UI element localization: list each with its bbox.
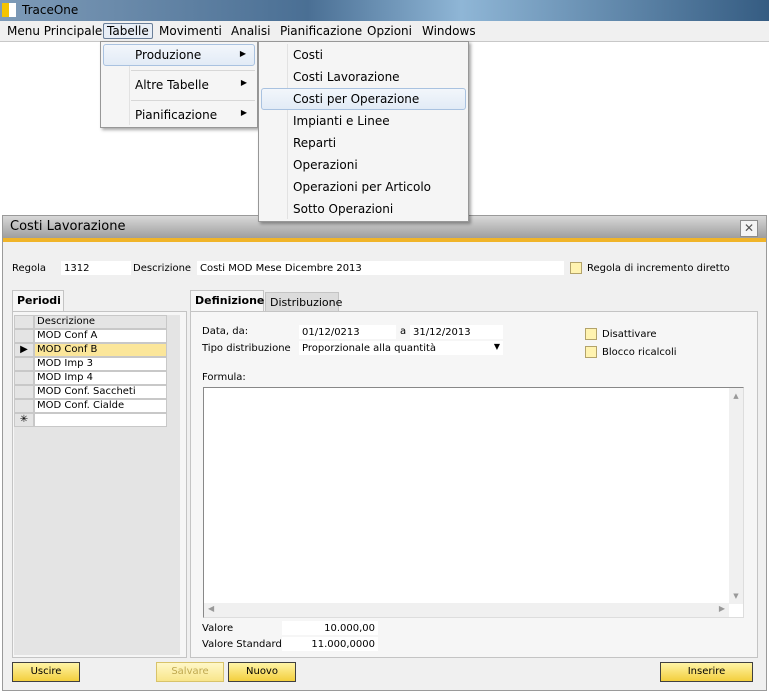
- costi-lavorazione-dialog: Costi Lavorazione ✕ Regola 1312 Descrizi…: [2, 215, 767, 691]
- descrizione-label: Descrizione: [133, 263, 192, 274]
- blocco-ricalcoli-checkbox[interactable]: [585, 346, 597, 358]
- periodi-panel: Descrizione MOD Conf A ▶ MOD Conf B MOD I…: [12, 311, 187, 658]
- formula-textarea[interactable]: ▲ ▼ ◀ ▶: [203, 387, 744, 618]
- menu-item-sotto-operazioni[interactable]: Sotto Operazioni: [261, 198, 466, 220]
- nuovo-button[interactable]: Nuovo: [228, 662, 296, 682]
- disattivare-checkbox[interactable]: [585, 328, 597, 340]
- menu-menu-principale[interactable]: Menu Principale: [7, 24, 102, 38]
- grid-header-descrizione[interactable]: Descrizione: [34, 315, 167, 329]
- regola-label: Regola: [12, 263, 47, 274]
- app-title: TraceOne: [22, 3, 79, 17]
- menu-windows[interactable]: Windows: [422, 24, 476, 38]
- new-row[interactable]: ✳: [14, 413, 167, 427]
- grid-cell[interactable]: MOD Conf. Saccheti: [34, 385, 167, 399]
- table-row[interactable]: ▶ MOD Conf B: [14, 343, 167, 357]
- menu-pianificazione[interactable]: Pianificazione: [280, 24, 362, 38]
- row-pointer-icon: ▶: [14, 343, 34, 357]
- close-icon[interactable]: ✕: [740, 220, 758, 237]
- regola-field[interactable]: 1312: [61, 261, 131, 275]
- table-row[interactable]: MOD Conf. Cialde: [14, 399, 167, 413]
- data-label: Data, da:: [202, 326, 249, 337]
- inserire-button[interactable]: Inserire: [660, 662, 753, 682]
- table-row[interactable]: MOD Conf. Saccheti: [14, 385, 167, 399]
- tab-distribuzione[interactable]: Distribuzione: [265, 292, 342, 311]
- incremento-checkbox[interactable]: [570, 262, 582, 274]
- menu-item-altre-tabelle[interactable]: Altre Tabelle ▶: [103, 74, 255, 96]
- asterisk-icon: ✳: [14, 413, 34, 427]
- menu-movimenti[interactable]: Movimenti: [159, 24, 222, 38]
- valore-label: Valore: [202, 623, 234, 634]
- dropdown-arrow-icon: ▼: [493, 342, 500, 351]
- menu-item-costi-per-operazione[interactable]: Costi per Operazione: [261, 88, 466, 110]
- horizontal-scrollbar[interactable]: ◀ ▶: [204, 603, 729, 617]
- menu-bar: Menu Principale Tabelle Movimenti Analis…: [0, 21, 769, 42]
- grid-cell[interactable]: MOD Imp 4: [34, 371, 167, 385]
- tipo-distribuzione-label: Tipo distribuzione: [202, 343, 291, 354]
- uscire-button[interactable]: Uscire: [12, 662, 80, 682]
- menu-opzioni[interactable]: Opzioni: [367, 24, 412, 38]
- title-bar: TraceOne: [0, 0, 769, 21]
- menu-item-reparti[interactable]: Reparti: [261, 132, 466, 154]
- menu-item-operazioni-per-articolo[interactable]: Operazioni per Articolo: [261, 176, 466, 198]
- menu-item-operazioni[interactable]: Operazioni: [261, 154, 466, 176]
- grid-cell[interactable]: MOD Conf. Cialde: [34, 399, 167, 413]
- grid-cell[interactable]: MOD Conf A: [34, 329, 167, 343]
- tipo-distribuzione-value: Proporzionale alla quantità: [302, 343, 437, 354]
- accent-line: [3, 238, 766, 242]
- tab-definizione[interactable]: Definizione: [190, 290, 264, 311]
- produzione-submenu: Costi Costi Lavorazione Costi per Operaz…: [258, 41, 469, 222]
- vertical-scrollbar[interactable]: ▲ ▼: [729, 388, 743, 604]
- menu-analisi[interactable]: Analisi: [231, 24, 270, 38]
- dialog-title: Costi Lavorazione: [10, 219, 126, 234]
- data-a-field[interactable]: 31/12/2013: [410, 325, 503, 339]
- menu-item-pianificazione[interactable]: Pianificazione ▶: [103, 104, 255, 126]
- grid-cell[interactable]: MOD Conf B: [34, 343, 167, 357]
- submenu-arrow-icon: ▶: [239, 49, 246, 58]
- grid-cell[interactable]: MOD Imp 3: [34, 357, 167, 371]
- formula-label: Formula:: [202, 372, 246, 383]
- menu-item-impianti-e-linee[interactable]: Impianti e Linee: [261, 110, 466, 132]
- menu-item-produzione[interactable]: Produzione ▶: [103, 44, 255, 66]
- tab-periodi[interactable]: Periodi: [12, 290, 64, 311]
- valore-standard-label: Valore Standard: [202, 639, 282, 650]
- definizione-panel: Data, da: 01/12/0213 a 31/12/2013 Tipo d…: [190, 311, 758, 658]
- incremento-label: Regola di incremento diretto: [587, 263, 730, 274]
- a-label: a: [400, 326, 407, 337]
- menu-tabelle[interactable]: Tabelle: [103, 23, 153, 39]
- blocco-ricalcoli-label: Blocco ricalcoli: [602, 347, 677, 358]
- valore-standard-field[interactable]: 11.000,0000: [282, 637, 378, 651]
- data-da-field[interactable]: 01/12/0213: [299, 325, 396, 339]
- submenu-arrow-icon: ▶: [240, 108, 247, 117]
- table-row[interactable]: MOD Imp 3: [14, 357, 167, 371]
- menu-item-costi-lavorazione[interactable]: Costi Lavorazione: [261, 66, 466, 88]
- menu-item-costi[interactable]: Costi: [261, 44, 466, 66]
- valore-field[interactable]: 10.000,00: [282, 621, 378, 635]
- tabelle-menu: Produzione ▶ Altre Tabelle ▶ Pianificazion…: [100, 41, 258, 128]
- app-logo-icon: [2, 3, 16, 17]
- disattivare-label: Disattivare: [602, 329, 657, 340]
- tipo-distribuzione-dropdown[interactable]: Proporzionale alla quantità ▼: [299, 341, 503, 355]
- descrizione-field[interactable]: Costi MOD Mese Dicembre 2013: [197, 261, 564, 275]
- submenu-arrow-icon: ▶: [240, 78, 247, 87]
- table-row[interactable]: MOD Conf A: [14, 329, 167, 343]
- salvare-button[interactable]: Salvare: [156, 662, 224, 682]
- table-row[interactable]: MOD Imp 4: [14, 371, 167, 385]
